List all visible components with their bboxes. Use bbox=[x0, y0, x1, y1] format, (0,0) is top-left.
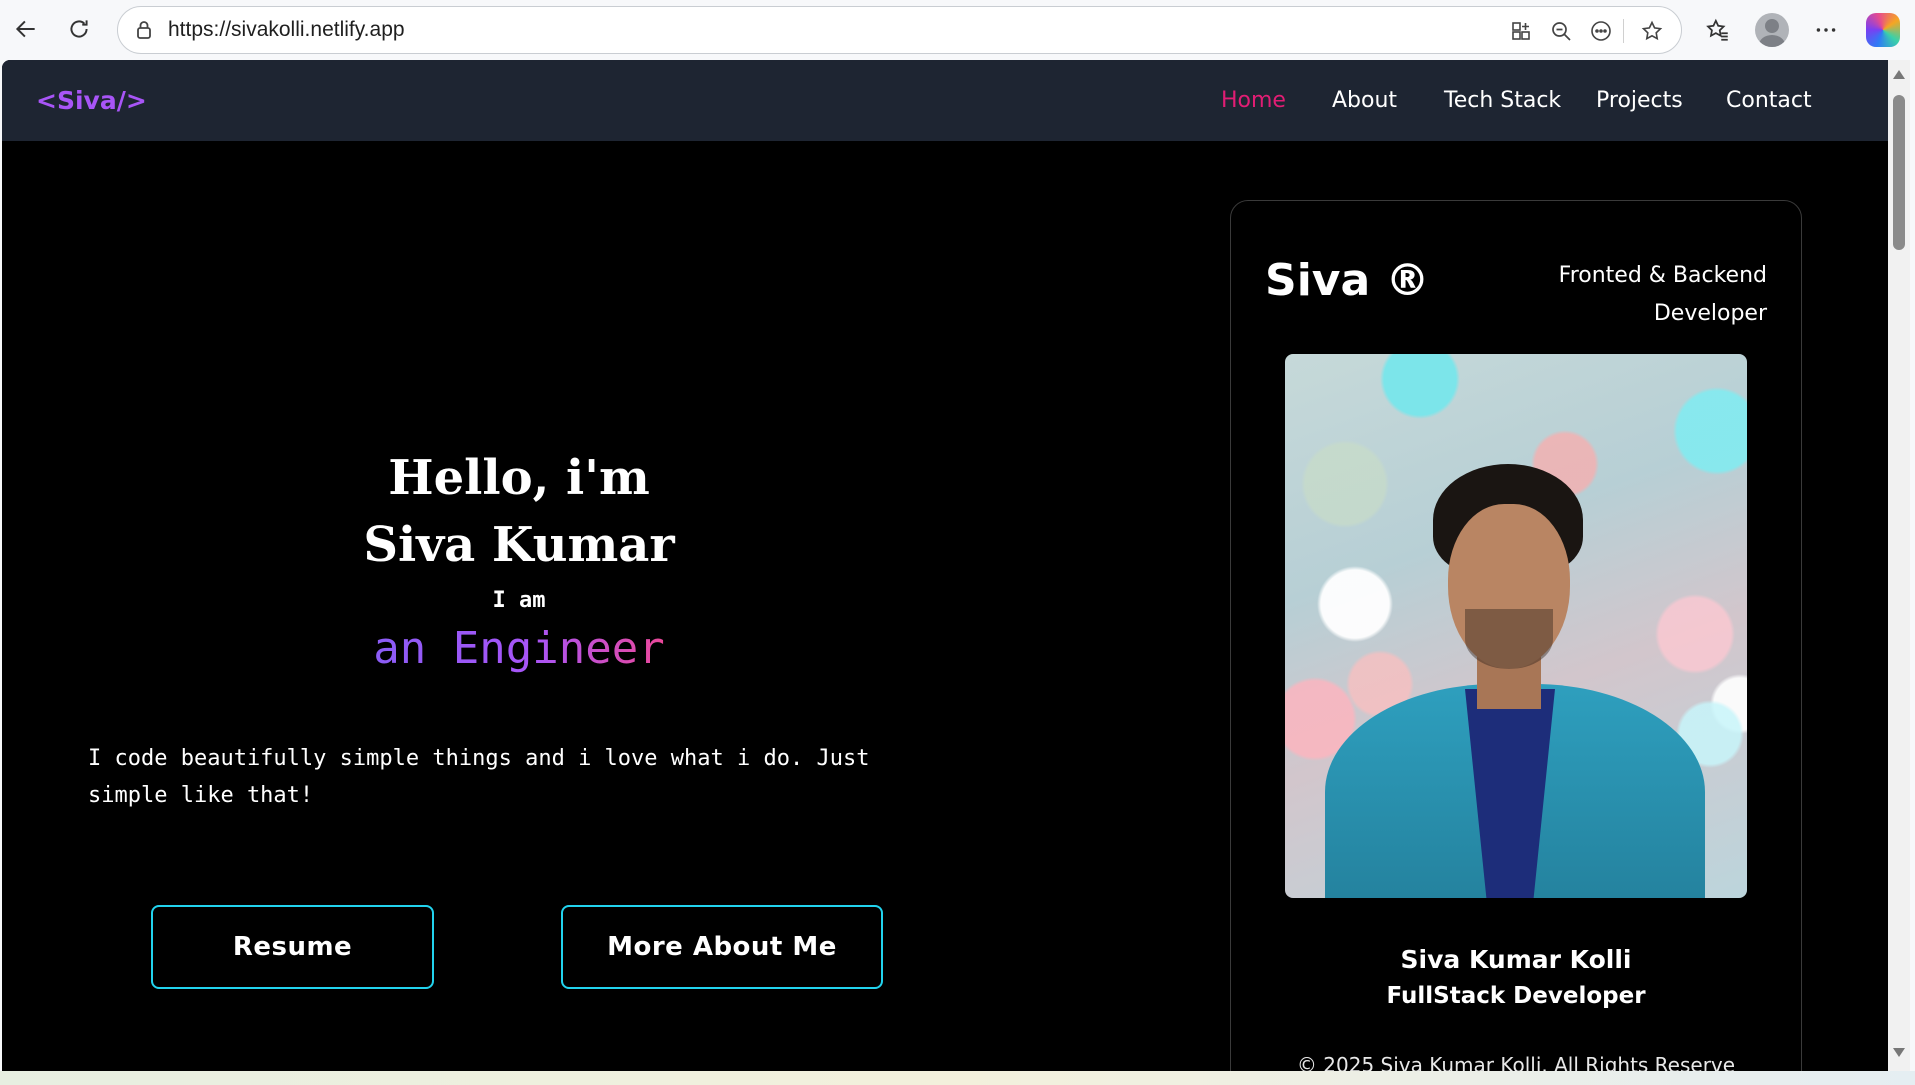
address-bar[interactable]: https://sivakolli.netlify.app bbox=[117, 6, 1682, 54]
card-copyright: © 2025 Siva Kumar Kolli. All Rights Rese… bbox=[1296, 1053, 1736, 1071]
more-about-me-button[interactable]: More About Me bbox=[561, 905, 883, 989]
nav-about[interactable]: About bbox=[1332, 88, 1397, 113]
card-role-line2: Developer bbox=[1653, 301, 1767, 326]
card-title: FullStack Developer bbox=[1386, 983, 1646, 1009]
scroll-down-arrow[interactable] bbox=[1893, 1048, 1905, 1057]
site-logo[interactable]: <Siva/> bbox=[36, 86, 147, 115]
profile-photo bbox=[1285, 354, 1747, 898]
profile-icon[interactable] bbox=[1755, 13, 1789, 47]
hero-tagline: I code beautifully simple things and i l… bbox=[88, 746, 870, 808]
zoom-out-icon[interactable] bbox=[1547, 17, 1575, 45]
back-button[interactable] bbox=[6, 9, 46, 49]
hero-iam: I am bbox=[492, 588, 546, 613]
hero-name: Siva Kumar bbox=[363, 517, 675, 573]
more-circle-icon[interactable] bbox=[1587, 17, 1615, 45]
photo-beard bbox=[1465, 609, 1553, 669]
hero-role-text: an Engineer bbox=[373, 623, 665, 674]
page-scrollbar[interactable] bbox=[1888, 60, 1910, 1071]
copilot-icon[interactable] bbox=[1866, 13, 1900, 47]
address-separator bbox=[1623, 19, 1624, 43]
scroll-up-arrow[interactable] bbox=[1893, 70, 1905, 79]
reload-button[interactable] bbox=[59, 9, 99, 49]
nav-projects[interactable]: Projects bbox=[1596, 88, 1683, 113]
url-text: https://sivakolli.netlify.app bbox=[168, 18, 405, 41]
lock-icon bbox=[132, 18, 156, 42]
scroll-thumb[interactable] bbox=[1893, 95, 1905, 250]
back-arrow-icon bbox=[15, 20, 35, 38]
nav-contact[interactable]: Contact bbox=[1726, 88, 1812, 113]
profile-card: Siva ® Fronted & Backend Developer Siva … bbox=[1230, 200, 1802, 1071]
card-name: Siva Kumar Kolli bbox=[1400, 945, 1632, 974]
card-brand: Siva ® bbox=[1265, 255, 1430, 306]
app-icon[interactable] bbox=[1507, 17, 1535, 45]
star-icon[interactable] bbox=[1638, 17, 1666, 45]
card-role-line1: Fronted & Backend bbox=[1558, 263, 1767, 288]
card-role: Fronted & Backend Developer bbox=[1527, 257, 1767, 333]
reload-icon bbox=[70, 20, 88, 38]
nav-home[interactable]: Home bbox=[1221, 88, 1286, 113]
favorites-icon[interactable] bbox=[1702, 14, 1734, 46]
taskbar-strip bbox=[0, 1071, 1915, 1085]
page-viewport: <Siva/> Home About Tech Stack Projects C… bbox=[2, 60, 1888, 1071]
nav-tech-stack[interactable]: Tech Stack bbox=[1444, 88, 1561, 113]
hero-role: an Engineer bbox=[2, 623, 1036, 674]
hero-greeting: Hello, i'm bbox=[388, 450, 650, 506]
more-icon[interactable] bbox=[1810, 14, 1842, 46]
browser-toolbar: https://sivakolli.netlify.app bbox=[0, 0, 1915, 60]
resume-button[interactable]: Resume bbox=[151, 905, 434, 989]
site-navbar: <Siva/> Home About Tech Stack Projects C… bbox=[2, 60, 1888, 141]
